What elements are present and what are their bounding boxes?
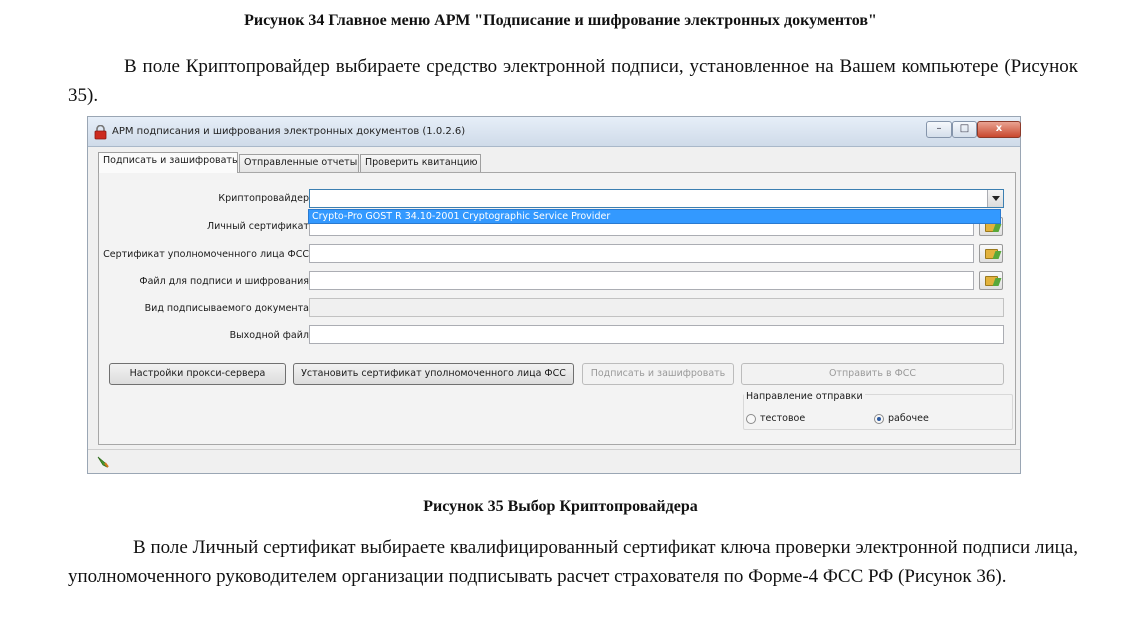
crypto-provider-combo[interactable]: [309, 189, 1004, 208]
doc-type-field: [309, 298, 1004, 317]
lock-icon: [94, 125, 107, 140]
title-bar: АРМ подписания и шифрования электронных …: [88, 117, 1021, 147]
crypto-provider-dropdown-item[interactable]: Crypto-Pro GOST R 34.10-2001 Cryptograph…: [308, 209, 1001, 224]
dropdown-arrow-button[interactable]: [987, 190, 1003, 207]
radio-work[interactable]: [874, 414, 884, 424]
tab-sent-reports[interactable]: Отправленные отчеты: [239, 154, 359, 172]
chevron-down-icon: [991, 196, 1000, 201]
install-fss-cert-button[interactable]: Установить сертификат уполномоченного ли…: [293, 363, 574, 385]
radio-test-label: тестовое: [760, 413, 806, 424]
file-label: Файл для подписи и шифрования: [139, 276, 309, 287]
app-window: АРМ подписания и шифрования электронных …: [87, 116, 1021, 474]
document-paragraph-1: В поле Криптопровайдер выбираете средств…: [68, 56, 1078, 106]
file-browse-button[interactable]: [979, 271, 1003, 290]
pen-icon: [97, 456, 109, 468]
fss-cert-label: Сертификат уполномоченного лица ФСС: [103, 249, 309, 260]
send-direction-title: Направление отправки: [744, 391, 865, 402]
crypto-provider-label: Криптопровайдер: [218, 193, 309, 204]
fss-cert-field[interactable]: [309, 244, 974, 263]
tab-check-receipt[interactable]: Проверить квитанцию: [360, 154, 481, 172]
status-bar: [88, 449, 1020, 473]
send-to-fss-button[interactable]: Отправить в ФСС: [741, 363, 1004, 385]
file-field[interactable]: [309, 271, 974, 290]
radio-work-label: рабочее: [888, 413, 929, 424]
fss-cert-browse-button[interactable]: [979, 244, 1003, 263]
output-file-field[interactable]: [309, 325, 1004, 344]
document-heading: Рисунок 34 Главное меню АРМ "Подписание …: [244, 12, 877, 29]
doc-type-label: Вид подписываемого документа: [144, 303, 309, 314]
sign-encrypt-button[interactable]: Подписать и зашифровать: [582, 363, 734, 385]
figure-caption: Рисунок 35 Выбор Криптопровайдера: [423, 498, 698, 515]
tab-sign-encrypt[interactable]: Подписать и зашифровать: [98, 152, 238, 173]
personal-cert-label: Личный сертификат: [206, 221, 309, 232]
document-paragraph-2: В поле Личный сертификат выбираете квали…: [68, 537, 1078, 587]
close-button[interactable]: x: [977, 121, 1021, 138]
window-title: АРМ подписания и шифрования электронных …: [112, 126, 466, 137]
folder-icon: [984, 275, 998, 286]
folder-icon: [984, 248, 998, 259]
send-direction-group: Направление отправки тестовое рабочее: [743, 391, 1013, 430]
minimize-button[interactable]: –: [926, 121, 952, 138]
radio-test[interactable]: [746, 414, 756, 424]
proxy-settings-button[interactable]: Настройки прокси-сервера: [109, 363, 286, 385]
maximize-button[interactable]: □: [952, 121, 977, 138]
output-file-label: Выходной файл: [229, 330, 309, 341]
